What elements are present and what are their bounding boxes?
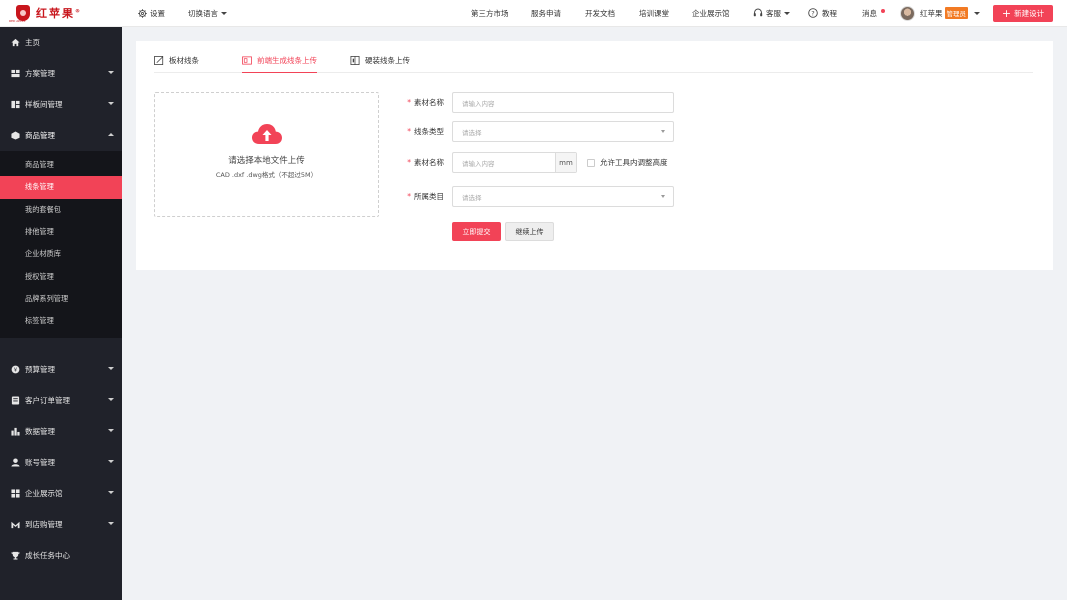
chevron-down-icon: [661, 130, 665, 133]
bar-chart-icon: [10, 427, 20, 437]
continue-upload-button[interactable]: 继续上传: [505, 222, 554, 241]
sidebar-item-purchase[interactable]: 到店购管理: [0, 509, 122, 540]
headset-icon: [753, 8, 763, 18]
sidebar-subitem-tags[interactable]: 标签管理: [0, 310, 122, 332]
unread-dot: [881, 8, 885, 13]
sidebar-subitem-exclusive[interactable]: 排他管理: [0, 221, 122, 243]
frame-icon: [242, 55, 252, 65]
tutorial-button[interactable]: ? 教程: [808, 8, 837, 19]
link-showroom[interactable]: 企业展示馆: [692, 8, 730, 19]
sidebar-subitem-lines[interactable]: 线条管理: [0, 176, 122, 199]
order-icon: [10, 396, 20, 406]
form-row-line-type: * 线条类型 请选择: [404, 121, 674, 142]
chevron-down-icon: [108, 367, 114, 371]
material-name-input[interactable]: 请输入内容: [452, 92, 674, 113]
form-row-material-name: * 素材名称 请输入内容: [404, 92, 674, 113]
new-design-button[interactable]: + 新建设计: [993, 5, 1053, 22]
chevron-down-icon: [108, 102, 114, 105]
chevron-down-icon: [108, 398, 114, 402]
form-row-material-size: * 素材名称 请输入内容 mm 允许工具内调整高度: [404, 152, 668, 173]
caret-down-icon: [221, 11, 227, 15]
chevron-down-icon: [108, 522, 114, 526]
sidebar-item-growth[interactable]: 成长任务中心: [0, 540, 122, 571]
upload-hint: CAD .dxf .dwg格式（不超过5M）: [215, 171, 318, 179]
sidebar-item-data[interactable]: 数据管理: [0, 416, 122, 447]
sidebar-item-home[interactable]: 主页: [0, 27, 122, 58]
gear-icon: [138, 8, 147, 18]
link-dev-docs[interactable]: 开发文档: [585, 8, 615, 19]
caret-down-icon: [974, 11, 980, 15]
checkbox-box[interactable]: [587, 158, 595, 167]
top-bar: 设置 切换语言 第三方市场 服务申请 开发文档 培训课堂 企业展示馆 客服 ? …: [122, 0, 1067, 27]
sidebar-item-account[interactable]: 账号管理: [0, 447, 122, 478]
sidebar-subitem-brand-series[interactable]: 品牌系列管理: [0, 288, 122, 310]
edit-box-icon: [154, 55, 164, 65]
chevron-down-icon: [108, 71, 114, 74]
chevron-down-icon: [661, 195, 665, 198]
language-switch[interactable]: 切换语言: [188, 8, 227, 19]
sidebar-subitem-material-library[interactable]: 企业材质库: [0, 243, 122, 265]
unit-addon: mm: [555, 153, 576, 172]
form-row-category: * 所属类目 请选择: [404, 186, 674, 207]
sidebar-subitem-packages[interactable]: 我的套餐包: [0, 199, 122, 221]
tab-bar: 板材线条 前端生成线条上传 硬装线条上传: [154, 53, 1033, 73]
role-badge: 管理员: [944, 7, 968, 19]
material-size-input[interactable]: 请输入内容 mm: [452, 152, 577, 173]
brand-sub: RED APPLE: [9, 19, 26, 23]
link-third-party-market[interactable]: 第三方市场: [471, 8, 509, 19]
goods-submenu: 商品管理 线条管理 我的套餐包 排他管理 企业材质库 授权管理 品牌系列管理 标…: [0, 151, 122, 339]
submit-button[interactable]: 立即提交: [452, 222, 501, 241]
chevron-down-icon: [108, 491, 114, 495]
cloud-upload-icon: [251, 122, 283, 146]
panel-icon: [350, 55, 360, 65]
goods-icon: [10, 131, 20, 141]
chevron-up-icon: [108, 133, 114, 136]
store-icon: [10, 520, 20, 530]
category-select[interactable]: 请选择: [452, 186, 674, 207]
budget-icon: ¥: [10, 365, 20, 375]
link-service-apply[interactable]: 服务申请: [531, 8, 561, 19]
sidebar-item-goods[interactable]: 商品管理: [0, 120, 122, 151]
sidebar-subitem-authorization[interactable]: 授权管理: [0, 265, 122, 287]
tab-hardcover-lines-upload[interactable]: 硬装线条上传: [350, 53, 410, 73]
grid-icon: [10, 489, 20, 499]
chevron-down-icon: [108, 460, 114, 464]
link-training[interactable]: 培训课堂: [639, 8, 669, 19]
help-circle-icon: ?: [808, 8, 818, 18]
sidebar-subitem-goods[interactable]: 商品管理: [0, 154, 122, 176]
avatar: [900, 5, 915, 21]
upload-card: 板材线条 前端生成线条上传 硬装线条上传 请选择本地文件上传 CAD .dxf …: [136, 41, 1053, 270]
sidebar-item-showroom[interactable]: 企业展示馆: [0, 478, 122, 509]
allow-adjust-height-checkbox[interactable]: 允许工具内调整高度: [587, 157, 668, 168]
plus-icon: +: [1001, 6, 1012, 20]
settings-button[interactable]: 设置: [138, 8, 165, 19]
sample-room-icon: [10, 100, 20, 110]
sidebar: RED APPLE 红苹果® 主页 方案管理 样板间管理 商品管理 商品管理 线…: [0, 0, 122, 600]
upload-title: 请选择本地文件上传: [228, 156, 305, 166]
sidebar-item-orders[interactable]: 客户订单管理: [0, 385, 122, 416]
user-icon: [10, 458, 20, 468]
tab-board-lines[interactable]: 板材线条: [154, 53, 199, 73]
sidebar-item-budget[interactable]: ¥ 预算管理: [0, 354, 122, 385]
messages-button[interactable]: 消息: [862, 8, 885, 19]
svg-text:¥: ¥: [13, 368, 17, 374]
line-type-select[interactable]: 请选择: [452, 121, 674, 142]
logo[interactable]: RED APPLE 红苹果®: [0, 0, 122, 27]
trophy-icon: [10, 551, 20, 561]
svg-text:?: ?: [811, 9, 814, 17]
brand-name: 红苹果®: [36, 7, 80, 20]
scheme-icon: [10, 69, 20, 79]
user-menu[interactable]: 红苹果 管理员: [900, 5, 980, 21]
file-upload-dropzone[interactable]: 请选择本地文件上传 CAD .dxf .dwg格式（不超过5M）: [154, 92, 379, 217]
tab-frontend-lines-upload[interactable]: 前端生成线条上传: [242, 53, 317, 73]
chevron-down-icon: [108, 429, 114, 433]
sidebar-item-sample[interactable]: 样板间管理: [0, 89, 122, 120]
sidebar-item-scheme[interactable]: 方案管理: [0, 58, 122, 89]
home-icon: [10, 38, 20, 48]
customer-service-button[interactable]: 客服: [753, 8, 790, 19]
caret-down-icon: [784, 11, 790, 15]
